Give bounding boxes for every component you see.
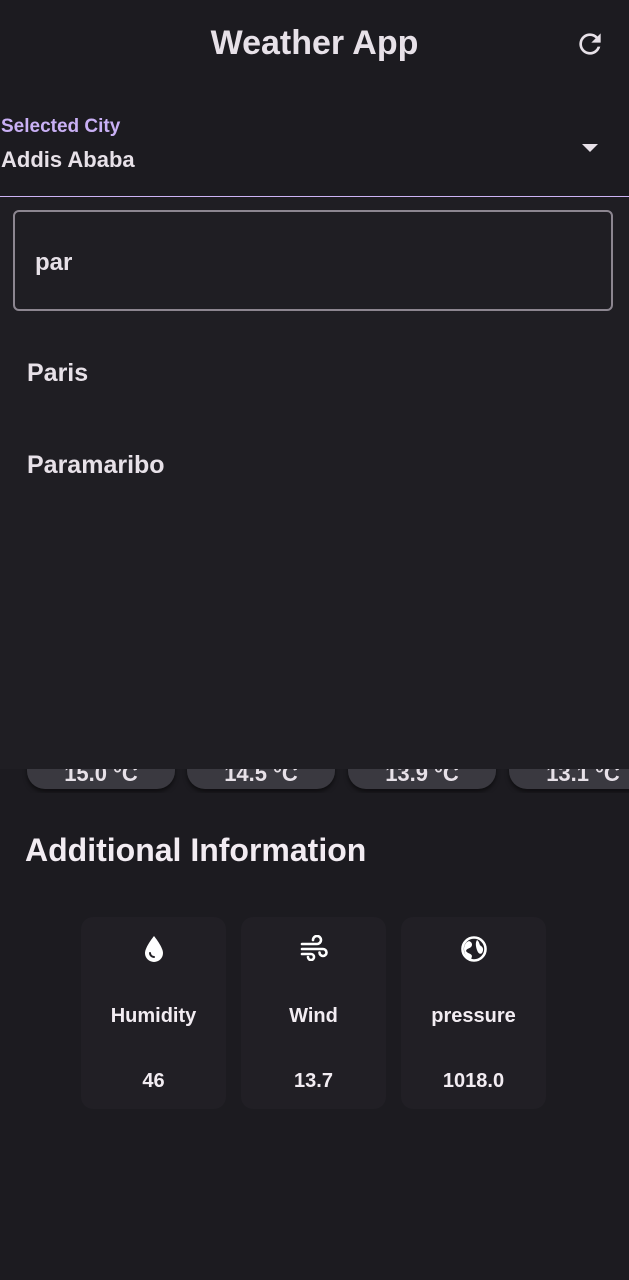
- refresh-button[interactable]: [568, 26, 612, 66]
- city-option-paris[interactable]: Paris: [0, 333, 629, 413]
- forecast-temp: 13.1 °C: [546, 769, 620, 786]
- forecast-temp: 14.5 °C: [224, 769, 298, 786]
- app-title: Weather App: [210, 24, 419, 62]
- refresh-icon: [579, 33, 601, 55]
- humidity-card: Humidity 46: [81, 917, 226, 1109]
- forecast-temp: 15.0 °C: [64, 769, 138, 786]
- city-select[interactable]: Selected City Addis Ababa: [0, 104, 629, 198]
- wind-value: 13.7: [294, 1070, 333, 1092]
- forecast-chip[interactable]: 15.0 °C: [27, 769, 175, 789]
- city-select-label: Selected City: [1, 116, 121, 137]
- city-search-input[interactable]: [33, 245, 597, 281]
- wind-icon: [300, 935, 328, 961]
- city-option-label: Paris: [27, 359, 89, 387]
- city-search-dropdown: Paris Paramaribo: [0, 197, 629, 769]
- app-bar: Weather App: [0, 0, 629, 92]
- water-drop-icon: [144, 936, 163, 962]
- pressure-card: pressure 1018.0: [401, 917, 546, 1109]
- forecast-chip[interactable]: 14.5 °C: [187, 769, 335, 789]
- forecast-chip[interactable]: 13.1 °C: [509, 769, 629, 789]
- humidity-value: 46: [142, 1070, 165, 1092]
- city-search-box[interactable]: [13, 210, 613, 311]
- wind-label: Wind: [289, 1005, 338, 1027]
- pressure-value: 1018.0: [442, 1070, 505, 1092]
- caret-down-icon: [582, 144, 598, 152]
- city-select-value: Addis Ababa: [1, 147, 135, 172]
- wind-card: Wind 13.7: [241, 917, 386, 1109]
- forecast-chip[interactable]: 13.9 °C: [348, 769, 496, 789]
- city-option-paramaribo[interactable]: Paramaribo: [0, 425, 629, 505]
- forecast-temp: 13.9 °C: [385, 769, 459, 786]
- city-option-label: Paramaribo: [27, 451, 165, 479]
- humidity-label: Humidity: [110, 1005, 197, 1027]
- globe-icon: [460, 936, 487, 962]
- section-title: Additional Information: [25, 832, 367, 868]
- hourly-forecast-strip[interactable]: 15.0 °C 14.5 °C 13.9 °C 13.1 °C: [0, 769, 629, 793]
- pressure-label: pressure: [431, 1005, 516, 1027]
